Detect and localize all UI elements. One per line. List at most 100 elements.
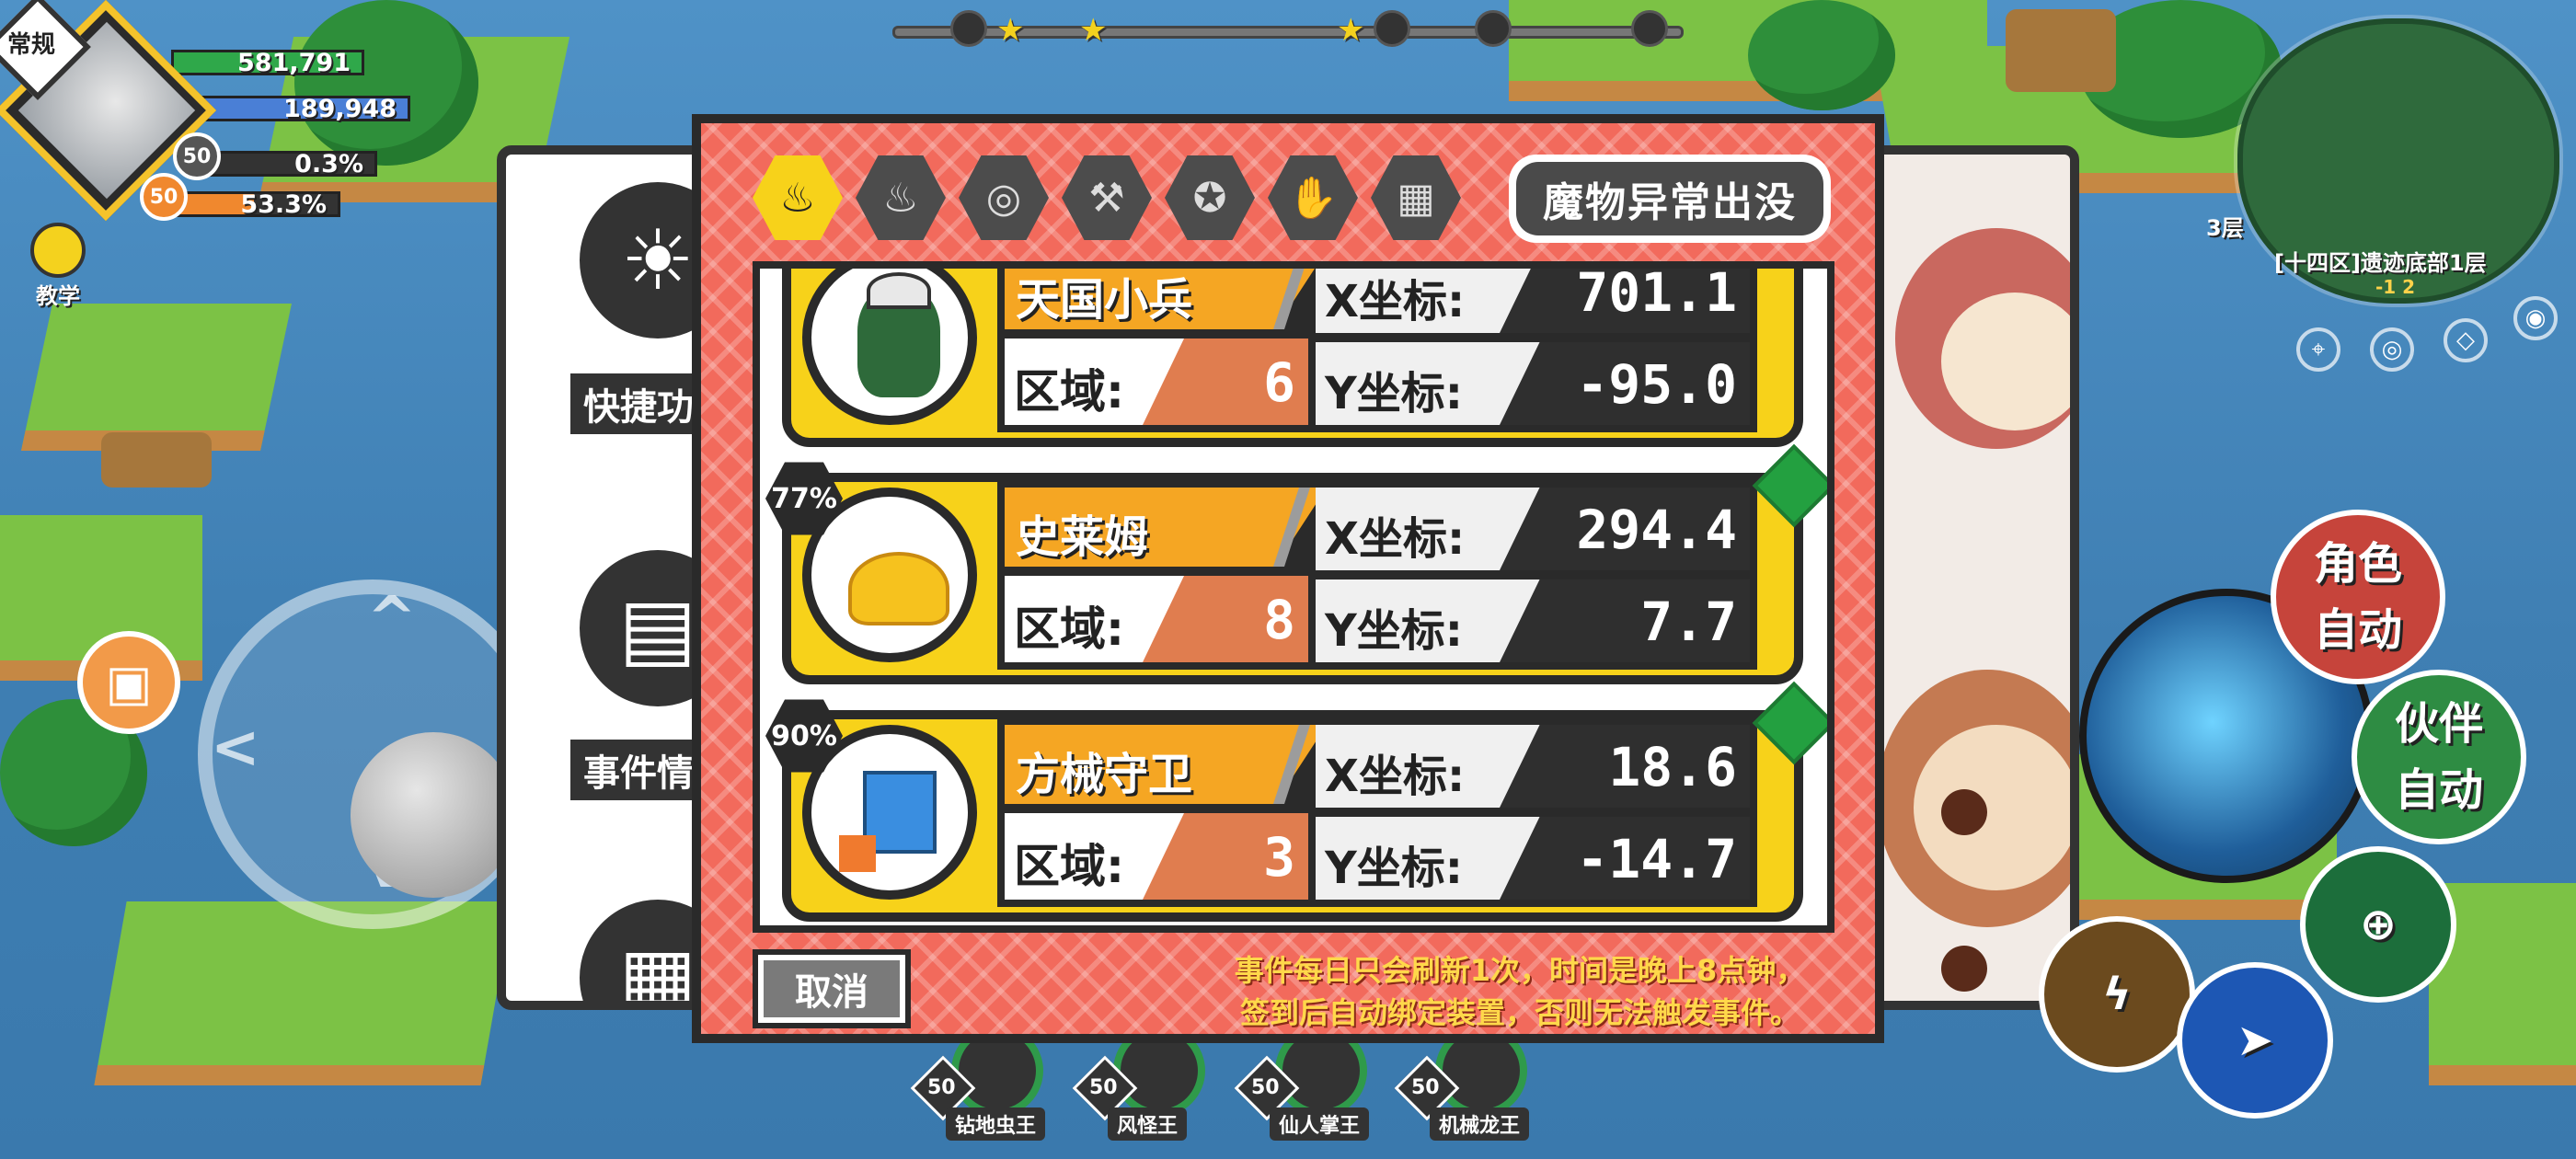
tab-double-flame-icon[interactable]: ♨	[856, 155, 946, 241]
y-coord-value: 7.7	[1640, 591, 1737, 653]
crosshair-icon: ⊕	[2359, 899, 2398, 950]
boss-level: 50	[927, 1076, 956, 1099]
mp-bar: 189,948	[193, 95, 410, 123]
region-value: 6	[1263, 351, 1295, 414]
event-notice-line-1: 事件每日只会刷新1次，时间是晚上8点钟，	[1234, 953, 1806, 988]
partner-auto-label-1: 伙伴	[2394, 698, 2483, 750]
boss-icon-mech-dragon[interactable]: 50 机械龙王	[1394, 1025, 1533, 1148]
y-coord-label: Y坐标:	[1325, 605, 1463, 657]
boss-progress-track: ★ ★ ★	[892, 10, 1684, 49]
monster-name: 史莱姆	[1016, 511, 1149, 563]
monster-event-dialog: ♨ ♨ ◎ ⚒ ✪ ✋ ▦ 魔物异常出没 天国小兵 区域: 6 X坐标: 701…	[692, 114, 1884, 1043]
mask-icon[interactable]: ◇	[2444, 318, 2488, 362]
lightbulb-icon	[30, 223, 86, 278]
dash-button[interactable]: ➤	[2177, 962, 2333, 1119]
boss-level: 50	[1411, 1076, 1440, 1099]
region-label: 区域:	[1014, 365, 1124, 419]
running-icon: ➤	[2236, 1015, 2274, 1066]
cancel-button-label: 取消	[764, 960, 900, 1017]
level-badge-bottom: 50	[140, 173, 188, 221]
minimap-coord: -1 2	[2375, 276, 2416, 298]
floor-tag: 3层	[2206, 215, 2244, 241]
document-icon: ▤	[618, 580, 697, 677]
x-coord-value: 701.1	[1576, 261, 1737, 324]
mode-badge-label: 常规	[7, 31, 56, 59]
dialog-title: 魔物异常出没	[1516, 162, 1823, 235]
tab-grid-icon[interactable]: ▦	[1371, 155, 1461, 241]
partner-auto-label-2: 自动	[2394, 764, 2483, 816]
mp-value: 189,948	[283, 95, 397, 123]
boss-level: 50	[1089, 1076, 1118, 1099]
boss-name: 风怪王	[1108, 1107, 1188, 1141]
dialog-title-pill: 魔物异常出没	[1509, 155, 1831, 243]
role-auto-label-2: 自动	[2313, 604, 2402, 656]
boss-icon-drill-worm[interactable]: 50 钻地虫王	[910, 1025, 1049, 1148]
skill-button[interactable]: ϟ	[2039, 916, 2195, 1073]
crosshair-button[interactable]: ⊕	[2300, 846, 2456, 1003]
x-coord-value: 18.6	[1608, 736, 1737, 798]
tab-hand-icon[interactable]: ✋	[1268, 155, 1358, 241]
role-auto-label-1: 角色	[2313, 538, 2402, 590]
role-auto-button[interactable]: 角色 自动	[2271, 510, 2445, 684]
event-info-label: 事件情	[570, 740, 707, 800]
y-coord-label: Y坐标:	[1325, 843, 1463, 894]
y-coord-value: -14.7	[1576, 828, 1737, 890]
x-coord-label: X坐标:	[1325, 513, 1466, 565]
mob-marker-icon	[1475, 10, 1512, 47]
joystick-knob[interactable]	[351, 732, 516, 898]
cancel-button[interactable]: 取消	[753, 949, 911, 1028]
boss-icon-wind[interactable]: 50 风怪王	[1072, 1025, 1211, 1148]
star-icon: ★	[1337, 12, 1365, 49]
tab-flame-icon[interactable]: ♨	[753, 155, 843, 241]
lightbulb-icon: ☀	[620, 212, 696, 309]
mob-marker-icon	[950, 10, 987, 47]
secondary-percent: 53.3%	[240, 190, 327, 219]
x-coord-label: X坐标:	[1325, 751, 1466, 802]
tab-star-badge-icon[interactable]: ✪	[1165, 155, 1255, 241]
list-item[interactable]: 史莱姆 区域: 8 X坐标: 294.4 Y坐标: 7.7 77%	[765, 443, 1827, 684]
joystick-left-icon: <	[211, 714, 260, 782]
region-value: 3	[1263, 826, 1295, 889]
y-coord-value: -95.0	[1576, 353, 1737, 416]
event-notice: 事件每日只会刷新1次，时间是晚上8点钟， 签到后自动绑定装置，否则无法触发事件。	[1189, 949, 1851, 1034]
star-icon: ★	[996, 12, 1025, 49]
pin-icon[interactable]: ⌖	[2296, 327, 2340, 372]
tab-hammer-icon[interactable]: ⚒	[1062, 155, 1152, 241]
bag-icon[interactable]: ▣	[77, 631, 180, 734]
hp-bar: 581,791	[171, 49, 364, 77]
player-status-hud: 581,791 189,948 0.3% 53.3% 常规 50 50 教学	[0, 0, 442, 331]
x-coord-label: X坐标:	[1325, 276, 1466, 327]
boss-name: 机械龙王	[1430, 1107, 1530, 1141]
boss-name: 仙人掌王	[1270, 1107, 1370, 1141]
boss-name: 钻地虫王	[946, 1107, 1046, 1141]
lightning-icon: ϟ	[2102, 969, 2132, 1020]
event-notice-line-2: 签到后自动绑定装置，否则无法触发事件。	[1239, 995, 1800, 1030]
level-badge-top: 50	[173, 132, 221, 180]
virtual-joystick[interactable]: ^ < v	[198, 580, 547, 929]
region-label: 区域:	[1014, 602, 1124, 656]
target-icon[interactable]: ◎	[2370, 327, 2414, 372]
mob-marker-icon	[1374, 10, 1410, 47]
boss-icon-cactus[interactable]: 50 仙人掌王	[1234, 1025, 1373, 1148]
x-coord-value: 294.4	[1576, 499, 1737, 561]
boss-level: 50	[1251, 1076, 1280, 1099]
monster-name: 方械守卫	[1016, 749, 1193, 800]
star-icon: ★	[1079, 12, 1108, 49]
partner-auto-button[interactable]: 伙伴 自动	[2352, 670, 2526, 844]
tab-coins-icon[interactable]: ◎	[959, 155, 1049, 241]
region-value: 8	[1263, 589, 1295, 651]
save-icon: ▦	[618, 929, 697, 1010]
eye-icon[interactable]: ◉	[2513, 296, 2558, 340]
region-label: 区域:	[1014, 840, 1124, 893]
tutorial-button[interactable]: 教学	[17, 223, 99, 310]
list-item[interactable]: 天国小兵 区域: 6 X坐标: 701.1 Y坐标: -95.0	[782, 261, 1803, 447]
minimap[interactable]: [十四区]遗迹底部1层 -1 2	[2237, 18, 2559, 304]
mob-marker-icon	[1631, 10, 1668, 47]
list-item[interactable]: 方械守卫 区域: 3 X坐标: 18.6 Y坐标: -14.7 90%	[765, 681, 1827, 922]
y-coord-label: Y坐标:	[1325, 368, 1463, 419]
exp-percent: 0.3%	[294, 150, 363, 178]
hp-value: 581,791	[237, 49, 351, 77]
monster-list[interactable]: 天国小兵 区域: 6 X坐标: 701.1 Y坐标: -95.0 史莱姆 区域:…	[753, 261, 1834, 933]
minimap-zone-label: [十四区]遗迹底部1层	[2274, 250, 2487, 276]
tutorial-label: 教学	[36, 283, 80, 309]
